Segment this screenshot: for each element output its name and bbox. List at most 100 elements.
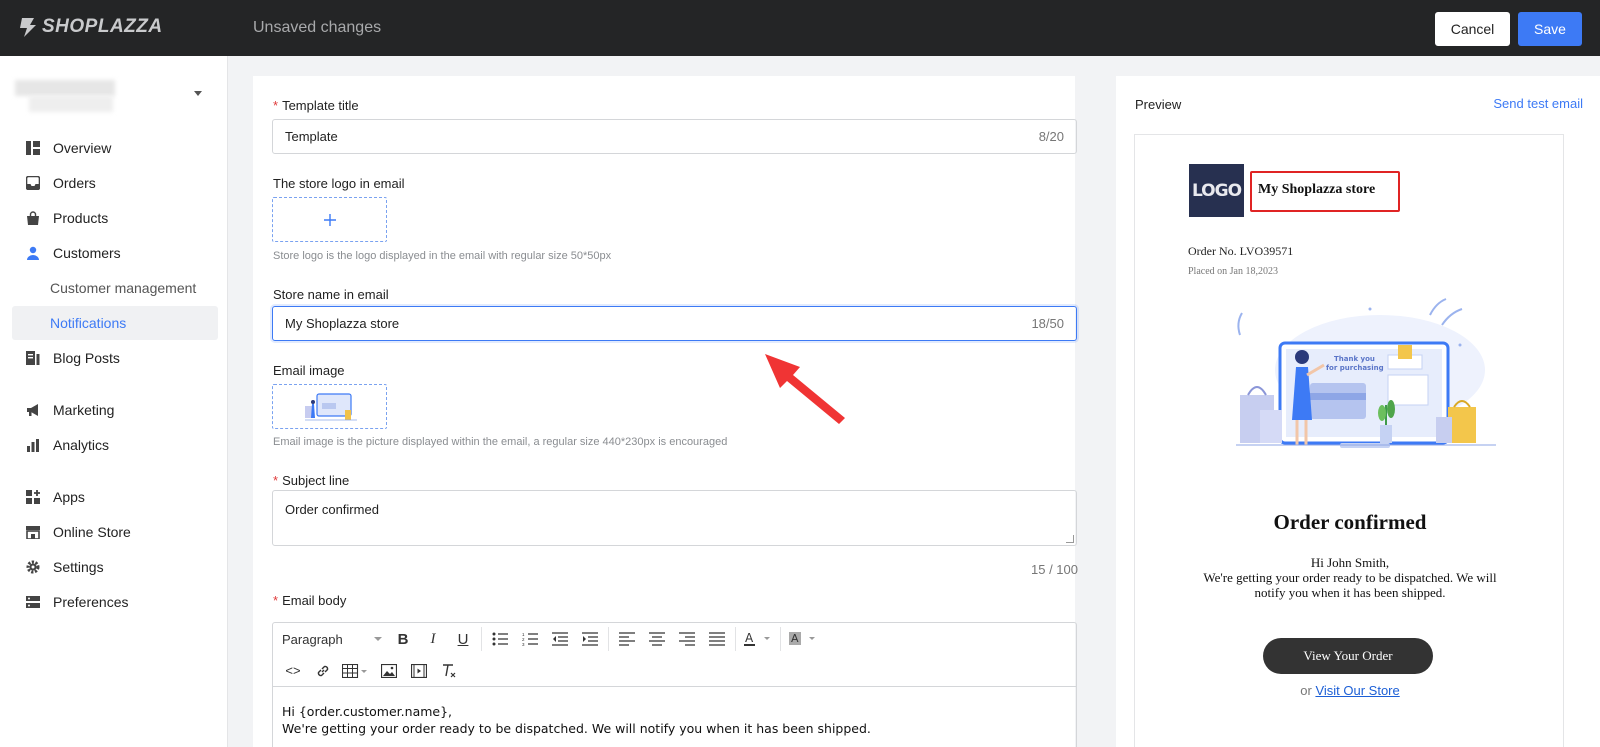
sidebar-item-orders[interactable]: Orders — [12, 166, 218, 200]
subject-line-label: * Subject line — [273, 473, 350, 488]
store-logo-hint: Store logo is the logo displayed in the … — [273, 250, 612, 262]
email-body-label: * Email body — [273, 593, 347, 608]
unsaved-status: Unsaved changes — [253, 19, 382, 36]
plus-icon — [323, 213, 336, 226]
sidebar-item-customers[interactable]: Customers — [12, 236, 218, 270]
sidebar-item-label: Customer management — [50, 280, 197, 296]
svg-text:A: A — [745, 631, 754, 645]
image-icon[interactable] — [374, 658, 404, 684]
svg-text:3: 3 — [522, 642, 525, 646]
sidebar-item-blog-posts[interactable]: Blog Posts — [12, 341, 218, 375]
sidebar-item-label: Overview — [53, 140, 112, 156]
preferences-icon — [25, 594, 41, 610]
shoplazza-logo[interactable]: SHOPLAZZA — [18, 16, 163, 38]
store-logo-image: LOGO — [1189, 164, 1244, 217]
align-right-icon[interactable] — [672, 626, 702, 652]
chevron-down-icon — [374, 637, 382, 641]
template-title-input[interactable]: Template 8/20 — [272, 119, 1077, 154]
email-illustration: Thank you for purchasing — [1236, 298, 1496, 448]
link-icon[interactable] — [308, 658, 338, 684]
preview-title: Preview — [1135, 97, 1182, 112]
blog-icon — [25, 350, 41, 366]
svg-text:for purchasing: for purchasing — [1326, 364, 1384, 372]
template-form: * Template title Template 8/20 The store … — [253, 76, 1078, 747]
resize-handle-icon[interactable] — [1066, 535, 1074, 543]
visit-our-store-link[interactable]: Visit Our Store — [1315, 683, 1399, 698]
sidebar-item-apps[interactable]: Apps — [12, 480, 218, 514]
person-icon — [25, 245, 41, 261]
message-text: We're getting your order ready to be dis… — [1203, 570, 1497, 600]
store-icon — [25, 524, 41, 540]
sidebar-item-preferences[interactable]: Preferences — [12, 585, 218, 619]
bold-icon[interactable]: B — [388, 626, 418, 652]
sidebar-item-analytics[interactable]: Analytics — [12, 428, 218, 462]
text-color-icon[interactable]: A — [739, 626, 777, 652]
email-image-thumbnail — [304, 392, 357, 420]
sidebar-item-label: Blog Posts — [53, 350, 120, 366]
sidebar-item-label: Apps — [53, 489, 85, 505]
table-icon[interactable] — [338, 658, 374, 684]
store-name-blurred — [15, 80, 115, 96]
apps-icon — [25, 489, 41, 505]
brand-name: SHOPLAZZA — [42, 16, 163, 37]
sidebar-item-overview[interactable]: Overview — [12, 131, 218, 165]
sidebar-item-products[interactable]: Products — [12, 201, 218, 235]
sidebar-item-online-store[interactable]: Online Store — [12, 515, 218, 549]
video-icon[interactable] — [404, 658, 434, 684]
sidebar-item-label: Preferences — [53, 594, 129, 610]
highlight-color-icon[interactable]: A — [784, 626, 822, 652]
align-center-icon[interactable] — [642, 626, 672, 652]
sidebar-item-marketing[interactable]: Marketing — [12, 393, 218, 427]
sidebar-item-label: Marketing — [53, 402, 115, 418]
store-logo-upload[interactable] — [272, 197, 387, 242]
sidebar-item-customer-management[interactable]: Customer management — [12, 271, 218, 305]
chevron-down-icon — [194, 91, 202, 96]
sidebar-item-label: Notifications — [50, 315, 127, 331]
svg-text:Thank you: Thank you — [1334, 355, 1375, 363]
overview-icon — [25, 140, 41, 156]
template-title-label: * Template title — [273, 98, 359, 113]
subject-line-input[interactable]: Order confirmed — [272, 490, 1077, 546]
underline-icon[interactable]: U — [448, 626, 478, 652]
editor-toolbar-row-2: <> — [273, 655, 1076, 687]
align-left-icon[interactable] — [612, 626, 642, 652]
sidebar-item-label: Settings — [53, 559, 104, 575]
email-body-content[interactable]: Hi {order.customer.name}, We're getting … — [282, 703, 871, 737]
email-image-upload[interactable] — [272, 384, 387, 429]
bulleted-list-icon[interactable] — [485, 626, 515, 652]
visit-store-line: or Visit Our Store — [1300, 683, 1400, 698]
numbered-list-icon[interactable]: 123 — [515, 626, 545, 652]
store-name-input[interactable]: My Shoplazza store 18/50 — [272, 306, 1077, 341]
save-button[interactable]: Save — [1518, 12, 1582, 46]
send-test-email-link[interactable]: Send test email — [1493, 96, 1583, 111]
align-justify-icon[interactable] — [702, 626, 732, 652]
email-image-label: Email image — [273, 363, 345, 378]
sidebar-item-settings[interactable]: Settings — [12, 550, 218, 584]
store-name-label: Store name in email — [273, 287, 389, 302]
cancel-button[interactable]: Cancel — [1435, 12, 1510, 46]
email-image-hint: Email image is the picture displayed wit… — [273, 436, 728, 448]
clear-formatting-icon[interactable] — [434, 658, 464, 684]
store-url-blurred — [29, 96, 113, 112]
top-bar: SHOPLAZZA Unsaved changes Cancel Save — [0, 0, 1600, 56]
bag-icon — [25, 210, 41, 226]
sidebar-item-notifications[interactable]: Notifications — [12, 306, 218, 340]
order-confirmed-heading: Order confirmed — [1273, 510, 1427, 534]
store-logo-label: The store logo in email — [273, 176, 405, 191]
outdent-icon[interactable] — [545, 626, 575, 652]
italic-icon[interactable]: I — [418, 626, 448, 652]
editor-toolbar-row-1: Paragraph B I U 123 A A — [273, 623, 1076, 655]
view-your-order-button[interactable]: View Your Order — [1263, 638, 1433, 674]
sidebar-item-label: Orders — [53, 175, 96, 191]
sidebar: Overview Orders Products Customers Custo… — [0, 56, 228, 747]
paragraph-format-select[interactable]: Paragraph — [282, 632, 382, 647]
code-icon[interactable]: <> — [278, 658, 308, 684]
sidebar-item-label: Online Store — [53, 524, 131, 540]
preview-panel: Preview Send test email LOGO My Shoplazz… — [1116, 76, 1600, 747]
store-selector[interactable] — [15, 76, 210, 116]
bar-chart-icon — [25, 437, 41, 453]
indent-icon[interactable] — [575, 626, 605, 652]
sidebar-item-label: Customers — [53, 245, 121, 261]
sidebar-item-label: Analytics — [53, 437, 110, 453]
email-body-editor[interactable]: Paragraph B I U 123 A A <> Hi {order.cus… — [272, 622, 1077, 747]
